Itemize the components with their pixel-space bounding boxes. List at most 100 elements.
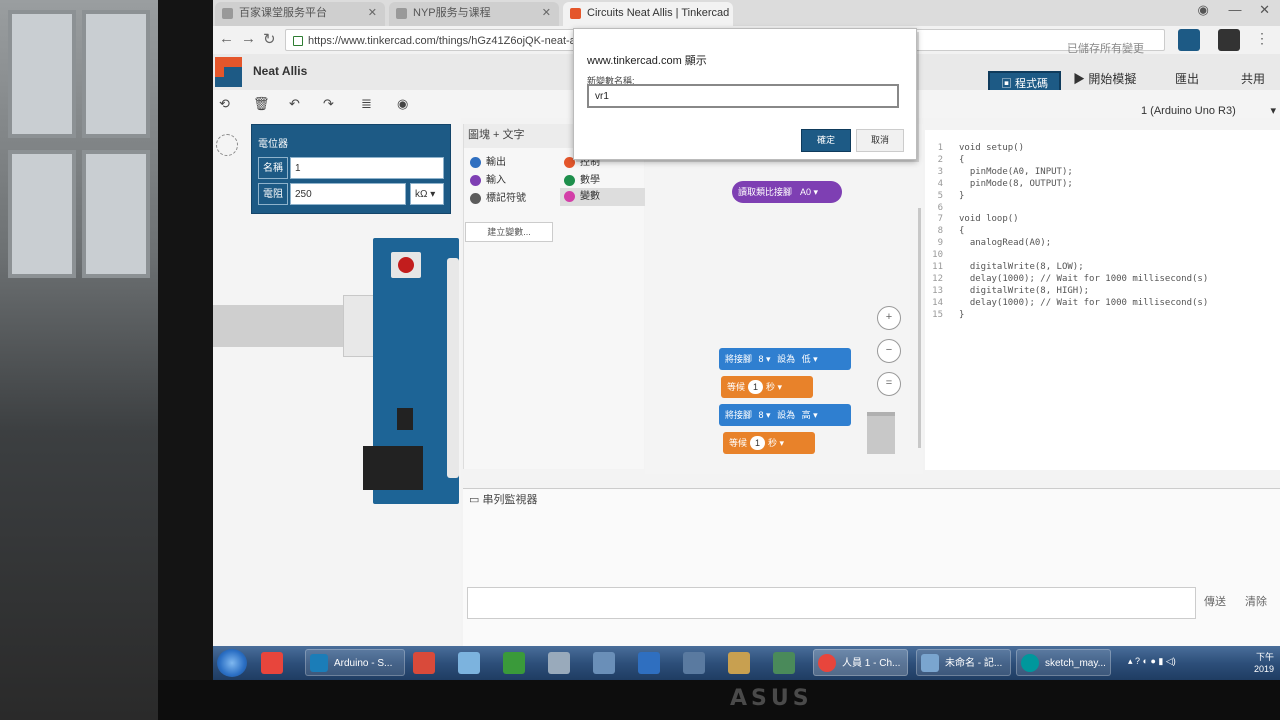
state-dropdown[interactable]: 高 ▾ — [802, 410, 818, 420]
pin-dropdown[interactable]: A0 ▾ — [795, 185, 823, 199]
back-icon[interactable]: ← — [219, 30, 234, 47]
menu-icon[interactable]: ⋮ — [1255, 30, 1269, 47]
resistance-field[interactable]: 250 — [290, 183, 406, 205]
taskbar-item-sketch[interactable]: sketch_may... — [1016, 649, 1111, 676]
browser-tab[interactable]: NYP服务与课程 ✕ — [389, 2, 559, 26]
arduino-board[interactable] — [363, 238, 459, 504]
category-dot-icon — [470, 193, 481, 204]
code-button-label: 程式碼 — [1015, 78, 1049, 90]
tray-icons[interactable]: ▴ ? ◐ ● ▮ ◁) — [1128, 656, 1176, 667]
board-select-label: 1 (Arduino Uno R3) — [1141, 105, 1236, 117]
block-label: 設為 — [777, 354, 796, 364]
unit-select[interactable]: kΩ ▾ — [410, 183, 444, 205]
app-icon[interactable] — [773, 652, 795, 674]
close-icon[interactable]: ✕ — [368, 2, 377, 24]
category-input[interactable]: 輸入 — [470, 172, 506, 190]
project-name[interactable]: Neat Allis — [253, 64, 307, 78]
reload-icon[interactable]: ↻ — [263, 30, 276, 48]
clock-top[interactable]: 下午 — [1256, 650, 1274, 663]
serial-monitor-label: 串列監視器 — [482, 494, 538, 506]
minimize-icon[interactable]: — — [1228, 2, 1241, 17]
save-icon[interactable] — [593, 652, 615, 674]
code-line: 12 delay(1000); // Wait for 1000 millise… — [925, 273, 1208, 285]
category-label: 變數 — [580, 191, 600, 202]
wait-block[interactable]: 等候 1 秒 ▾ — [723, 432, 815, 454]
extension-icon[interactable] — [1218, 29, 1240, 51]
share-button[interactable]: 共用 — [1241, 68, 1265, 90]
cancel-button[interactable]: 取消 — [856, 129, 904, 152]
variable-name-input[interactable] — [587, 84, 899, 108]
code-panel[interactable]: 1 void setup() 2{3 pinMode(A0, INPUT); 4 pi… — [925, 130, 1280, 470]
simulate-button[interactable]: ▶ 開始模擬 — [1073, 68, 1136, 90]
unit-dropdown[interactable]: 秒 ▾ — [766, 382, 782, 392]
create-variable-button[interactable]: 建立變數... — [465, 222, 553, 242]
app-icon[interactable] — [638, 652, 660, 674]
delete-icon[interactable]: 🗑 — [253, 96, 270, 111]
redo-icon[interactable]: ↷ — [323, 96, 339, 111]
zoom-out-icon[interactable]: − — [877, 339, 901, 363]
paint-icon[interactable] — [728, 652, 750, 674]
export-button[interactable]: 匯出 — [1175, 68, 1199, 90]
category-label: 數學 — [580, 175, 600, 186]
digital-write-block[interactable]: 將接腳 8 ▾ 設為 高 ▾ — [719, 404, 851, 426]
zoom-in-icon[interactable]: + — [877, 306, 901, 330]
explorer-icon[interactable] — [458, 652, 480, 674]
send-button[interactable]: 傳送 — [1204, 593, 1226, 609]
media-player-icon[interactable] — [261, 652, 283, 674]
rotate-icon[interactable]: ⟲ — [219, 96, 235, 111]
start-button[interactable] — [217, 649, 247, 677]
read-analog-block[interactable]: 讀取類比接腳 A0 ▾ — [732, 181, 842, 203]
zoom-reset-icon[interactable]: = — [877, 372, 901, 396]
eye-icon[interactable]: ◉ — [397, 96, 413, 111]
undo-icon[interactable]: ↶ — [289, 96, 305, 111]
category-dot-icon — [470, 157, 481, 168]
serial-monitor: ▭ 串列監視器 傳送 清除 — [463, 488, 1280, 649]
chevron-down-icon: ▾ — [1270, 105, 1276, 117]
close-icon[interactable]: ✕ — [542, 2, 551, 24]
code-line: 1 void setup() — [925, 142, 1024, 154]
network-icon[interactable] — [683, 652, 705, 674]
unit-dropdown[interactable]: 秒 ▾ — [768, 438, 784, 448]
code-text: pinMode(A0, INPUT); — [959, 166, 1073, 177]
name-field[interactable]: 1 — [290, 157, 444, 179]
extension-icon[interactable] — [1178, 29, 1200, 51]
state-dropdown[interactable]: 低 ▾ — [802, 354, 818, 364]
ie-icon — [310, 654, 328, 672]
category-dot-icon — [470, 175, 481, 186]
app-icon[interactable] — [413, 652, 435, 674]
browser-tab[interactable]: 百家课堂服务平台 ✕ — [215, 2, 385, 26]
unit-value: 秒 — [766, 382, 776, 392]
taskbar-item-chrome[interactable]: 人員 1 - Ch... — [813, 649, 908, 676]
wait-block[interactable]: 等候 1 秒 ▾ — [721, 376, 813, 398]
fit-view-icon[interactable] — [216, 134, 238, 156]
wait-input[interactable]: 1 — [750, 436, 766, 450]
forward-icon[interactable]: → — [241, 30, 256, 47]
window-pane — [82, 10, 150, 138]
monitor-brand: ASUS — [730, 686, 813, 711]
taskbar-item-notepad[interactable]: 未命名 - 記... — [916, 649, 1011, 676]
taskbar-item-arduino[interactable]: Arduino - S... — [305, 649, 405, 676]
windows-taskbar: Arduino - S... 人員 1 - Ch... 未命名 - 記... s… — [213, 646, 1280, 680]
workspace-scrollbar[interactable] — [918, 208, 921, 448]
serial-input[interactable] — [467, 587, 1196, 619]
board-select[interactable]: 1 (Arduino Uno R3) ▾ — [1141, 100, 1276, 122]
close-window-icon[interactable]: ✕ — [1259, 2, 1270, 17]
wait-input[interactable]: 1 — [748, 380, 764, 394]
app-icon[interactable] — [548, 652, 570, 674]
notes-icon[interactable]: ≣ — [361, 96, 377, 111]
category-notation[interactable]: 標記符號 — [470, 190, 526, 208]
browser-tab-active[interactable]: Circuits Neat Allis | Tinkercad — [563, 2, 733, 26]
clear-button[interactable]: 清除 — [1245, 593, 1267, 609]
clock-bottom[interactable]: 2019 — [1254, 664, 1274, 674]
category-output[interactable]: 輸出 — [470, 154, 506, 172]
pin-dropdown[interactable]: 8 ▾ — [759, 354, 771, 364]
pin-value: 8 — [758, 354, 764, 364]
trash-icon[interactable] — [867, 412, 895, 454]
profile-icon[interactable]: ◉ — [1198, 2, 1209, 17]
category-variables[interactable]: 變數 — [560, 188, 646, 206]
pin-header — [447, 258, 459, 478]
digital-write-block[interactable]: 將接腳 8 ▾ 設為 低 ▾ — [719, 348, 851, 370]
app-icon[interactable] — [503, 652, 525, 674]
ok-button[interactable]: 確定 — [801, 129, 851, 152]
pin-dropdown[interactable]: 8 ▾ — [759, 410, 771, 420]
